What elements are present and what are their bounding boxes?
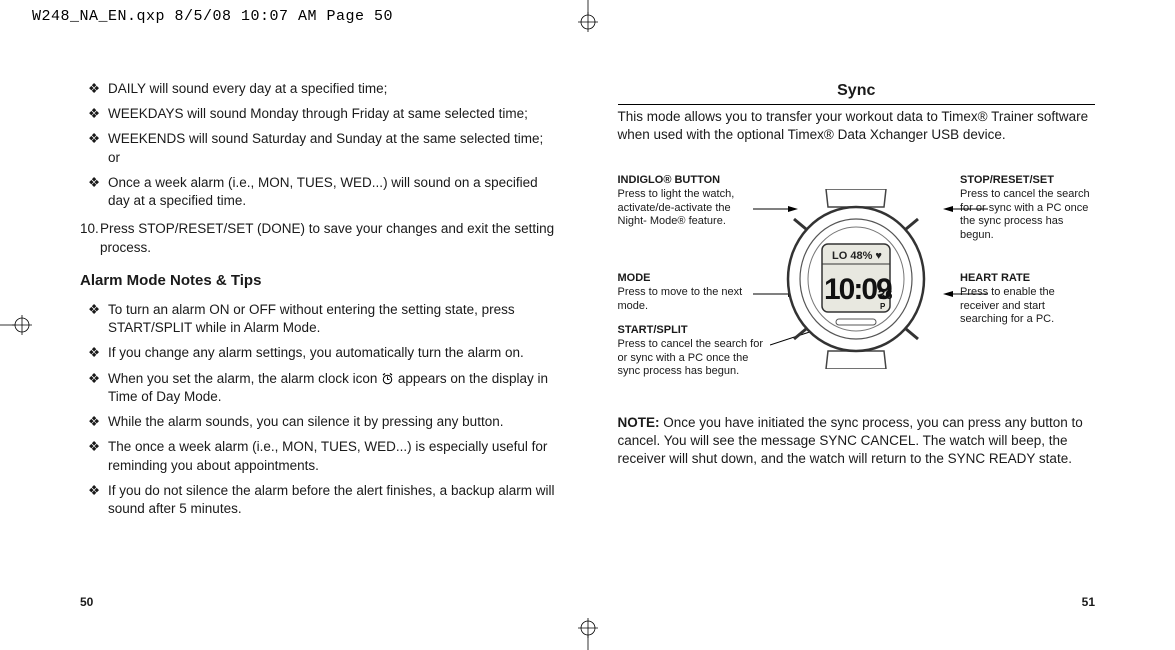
callout-start-split: START/SPLIT Press to cancel the search f… xyxy=(618,324,768,379)
list-item: ❖ While the alarm sounds, you can silenc… xyxy=(80,413,558,431)
list-item: ❖ The once a week alarm (i.e., MON, TUES… xyxy=(80,438,558,474)
list-item: ❖ To turn an alarm ON or OFF without ent… xyxy=(80,301,558,337)
bullet-icon: ❖ xyxy=(80,344,108,362)
arrow-stop xyxy=(943,204,988,214)
list-item: ❖ WEEKDAYS will sound Monday through Fri… xyxy=(80,105,558,123)
left-page: ❖ DAILY will sound every day at a specif… xyxy=(80,80,558,610)
top-bullet-list: ❖ DAILY will sound every day at a specif… xyxy=(80,80,558,210)
bullet-icon: ❖ xyxy=(80,130,108,166)
sync-heading: Sync xyxy=(618,80,1096,105)
bullet-text: To turn an alarm ON or OFF without enter… xyxy=(108,301,558,337)
bullet-text: Once a week alarm (i.e., MON, TUES, WED.… xyxy=(108,174,558,210)
callout-title: INDIGLO® BUTTON xyxy=(618,174,753,188)
bullet-text: The once a week alarm (i.e., MON, TUES, … xyxy=(108,438,558,474)
step-text: Press STOP/RESET/SET (DONE) to save your… xyxy=(100,220,558,256)
bullet-icon: ❖ xyxy=(80,370,108,406)
bullet-icon: ❖ xyxy=(80,438,108,474)
bullet-text: WEEKDAYS will sound Monday through Frida… xyxy=(108,105,558,123)
callout-title: MODE xyxy=(618,272,753,286)
crop-mark-left xyxy=(0,305,40,345)
bullet-icon: ❖ xyxy=(80,80,108,98)
callout-body: Press to cancel the search for or sync w… xyxy=(960,188,1095,243)
list-item: ❖ If you change any alarm settings, you … xyxy=(80,344,558,362)
arrow-heart xyxy=(943,289,988,299)
callout-body: Press to light the watch, activate/de-ac… xyxy=(618,188,753,229)
bullet-text: If you change any alarm settings, you au… xyxy=(108,344,558,362)
bullet-text: If you do not silence the alarm before t… xyxy=(108,482,558,518)
display-seconds: 36 xyxy=(878,287,892,302)
note-label: NOTE: xyxy=(618,415,660,430)
page-number-right: 51 xyxy=(1082,594,1095,610)
bullet-icon: ❖ xyxy=(80,301,108,337)
callout-indiglo: INDIGLO® BUTTON Press to light the watch… xyxy=(618,174,753,229)
alarm-tips-heading: Alarm Mode Notes & Tips xyxy=(80,271,558,291)
page-number-left: 50 xyxy=(80,594,93,610)
bullet-text: DAILY will sound every day at a specifie… xyxy=(108,80,558,98)
bullet-text: When you set the alarm, the alarm clock … xyxy=(108,370,558,406)
callout-title: STOP/RESET/SET xyxy=(960,174,1095,188)
watch-illustration: LO 48% ♥ 10:09 36 P xyxy=(776,189,936,369)
watch-diagram: INDIGLO® BUTTON Press to light the watch… xyxy=(618,174,1096,384)
file-header: W248_NA_EN.qxp 8/5/08 10:07 AM Page 50 xyxy=(32,8,393,25)
list-item: ❖ If you do not silence the alarm before… xyxy=(80,482,558,518)
step-10: 10. Press STOP/RESET/SET (DONE) to save … xyxy=(80,220,558,256)
tips-bullet-list: ❖ To turn an alarm ON or OFF without ent… xyxy=(80,301,558,518)
alarm-clock-icon xyxy=(381,372,394,385)
sync-note: NOTE: Once you have initiated the sync p… xyxy=(618,414,1096,469)
sync-intro-text: This mode allows you to transfer your wo… xyxy=(618,108,1096,144)
crop-mark-bottom xyxy=(568,610,608,650)
callout-heart-rate: HEART RATE Press to enable the receiver … xyxy=(960,272,1095,327)
bullet-icon: ❖ xyxy=(80,413,108,431)
display-top-line: LO 48% ♥ xyxy=(832,250,882,262)
callout-title: HEART RATE xyxy=(960,272,1095,286)
note-body: Once you have initiated the sync process… xyxy=(618,415,1083,466)
list-item: ❖ Once a week alarm (i.e., MON, TUES, WE… xyxy=(80,174,558,210)
crop-mark-top xyxy=(568,0,608,40)
display-ampm: P xyxy=(880,302,886,311)
callout-mode: MODE Press to move to the next mode. xyxy=(618,272,753,313)
list-item: ❖ WEEKENDS will sound Saturday and Sunda… xyxy=(80,130,558,166)
bullet-icon: ❖ xyxy=(80,105,108,123)
callout-body: Press to cancel the search for or sync w… xyxy=(618,338,768,379)
right-page: Sync This mode allows you to transfer yo… xyxy=(618,80,1096,610)
list-item: ❖ DAILY will sound every day at a specif… xyxy=(80,80,558,98)
list-item: ❖ When you set the alarm, the alarm cloc… xyxy=(80,370,558,406)
bullet-text: While the alarm sounds, you can silence … xyxy=(108,413,558,431)
callout-title: START/SPLIT xyxy=(618,324,768,338)
callout-body: Press to move to the next mode. xyxy=(618,286,753,314)
bullet-text: WEEKENDS will sound Saturday and Sunday … xyxy=(108,130,558,166)
bullet-icon: ❖ xyxy=(80,482,108,518)
bullet-icon: ❖ xyxy=(80,174,108,210)
step-number: 10. xyxy=(80,220,100,256)
